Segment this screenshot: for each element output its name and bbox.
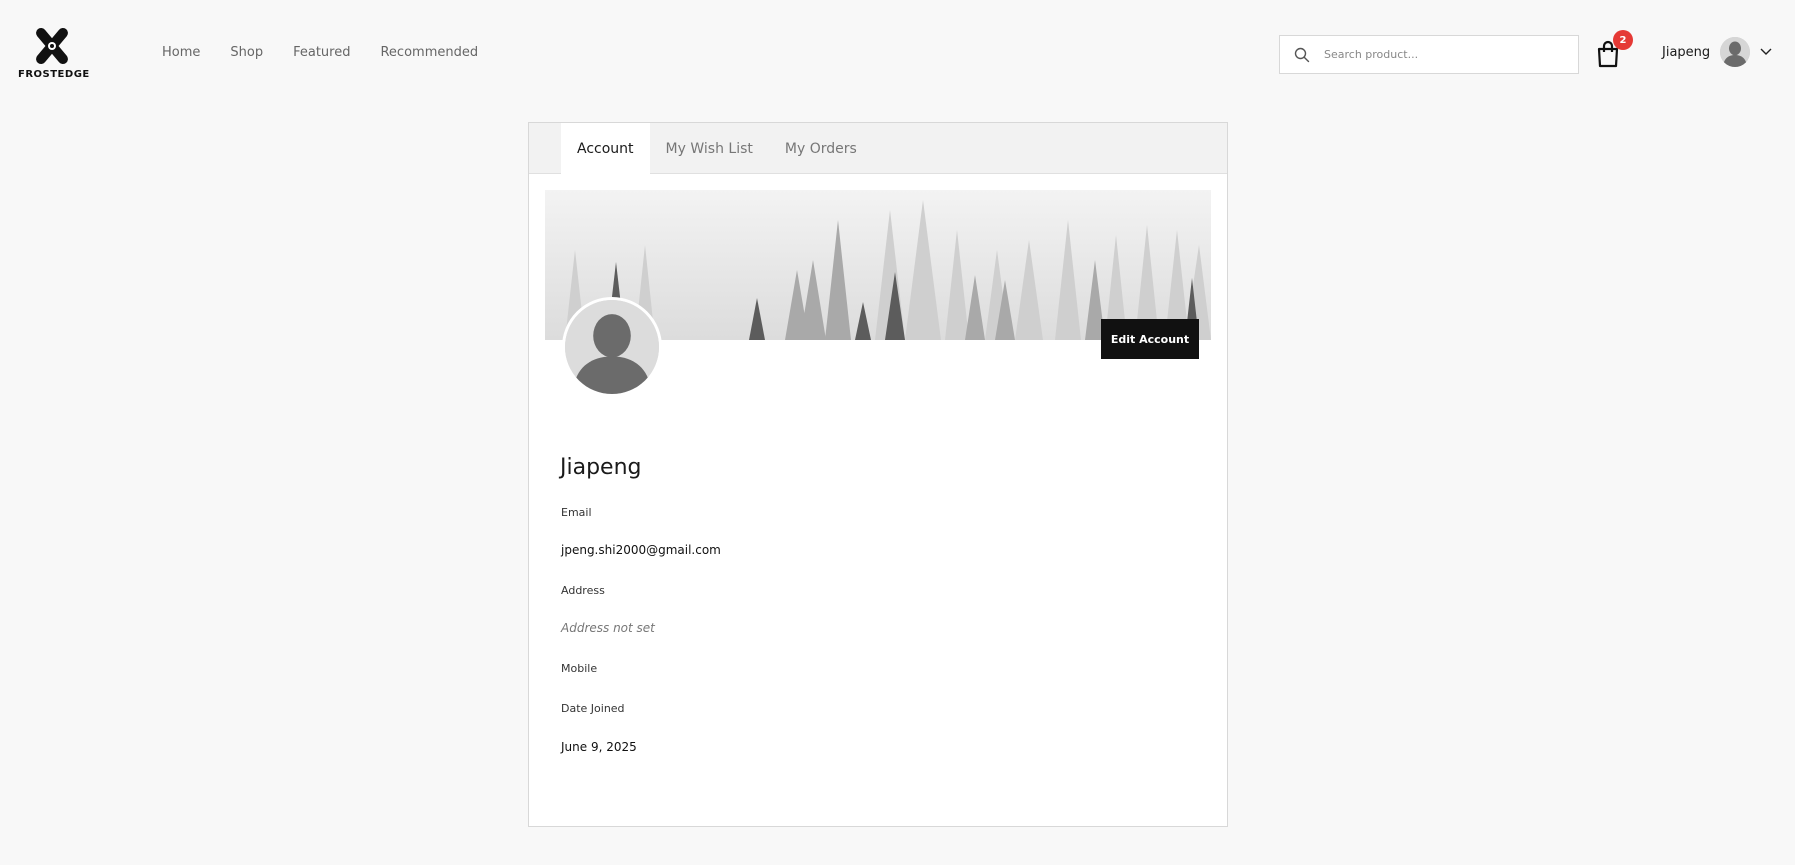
tab-my-orders[interactable]: My Orders — [769, 123, 873, 174]
chevron-down-icon — [1760, 48, 1772, 55]
profile-avatar — [562, 297, 662, 397]
nav-featured[interactable]: Featured — [293, 45, 350, 60]
brand-logo[interactable]: FROSTEDGE — [18, 26, 90, 82]
profile-name: Jiapeng — [560, 455, 642, 480]
avatar-silhouette-icon — [1720, 37, 1751, 67]
user-name: Jiapeng — [1662, 44, 1711, 60]
nav-shop[interactable]: Shop — [230, 45, 263, 60]
edit-account-button[interactable]: Edit Account — [1101, 319, 1199, 359]
date-joined-value: June 9, 2025 — [561, 740, 637, 754]
site-header: FROSTEDGE Home Shop Featured Recommended… — [0, 0, 1795, 108]
user-menu[interactable]: Jiapeng — [1662, 36, 1772, 68]
address-label: Address — [561, 584, 605, 597]
account-panel: Account My Wish List My Orders Edit Acco… — [528, 122, 1228, 827]
email-label: Email — [561, 506, 592, 519]
nav-home[interactable]: Home — [162, 45, 200, 60]
main-nav: Home Shop Featured Recommended — [162, 45, 508, 60]
search-bar — [1279, 35, 1579, 74]
address-value: Address not set — [561, 621, 655, 635]
frostedge-logo-icon — [36, 27, 68, 65]
tab-account[interactable]: Account — [561, 123, 650, 175]
tab-wish-list[interactable]: My Wish List — [650, 123, 769, 174]
nav-recommended[interactable]: Recommended — [380, 45, 478, 60]
brand-name: FROSTEDGE — [18, 69, 90, 80]
avatar — [1720, 37, 1751, 67]
mobile-label: Mobile — [561, 662, 598, 675]
avatar-silhouette-icon — [565, 300, 659, 394]
email-value: jpeng.shi2000@gmail.com — [561, 543, 721, 557]
search-input[interactable] — [1324, 48, 1564, 61]
date-joined-label: Date Joined — [561, 702, 625, 715]
account-tabs: Account My Wish List My Orders — [529, 123, 1227, 175]
cart-count-badge: 2 — [1613, 30, 1633, 50]
search-icon — [1294, 47, 1310, 62]
